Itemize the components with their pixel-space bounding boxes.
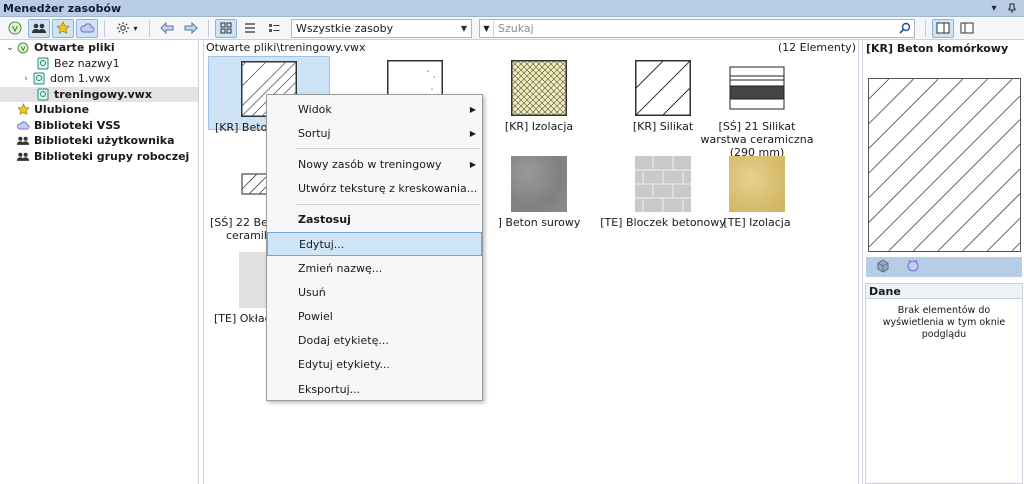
settings-gear-icon[interactable]: ▾ <box>111 19 143 38</box>
tree-item-label: Otwarte pliki <box>34 41 115 55</box>
tree-item-file[interactable]: › dom 1.vwx <box>0 71 198 87</box>
resource-item-label: [TE] Izolacja <box>723 216 791 229</box>
forward-arrow-icon[interactable] <box>180 19 202 38</box>
menu-item-rename[interactable]: Zmień nazwę... <box>267 256 482 280</box>
tree-item-file[interactable]: Bez nazwy1 <box>0 56 198 72</box>
tree-item-open-files[interactable]: ⌄ Otwarte pliki <box>0 40 198 56</box>
menu-item-edit-tags[interactable]: Edytuj etykiety... <box>267 353 482 377</box>
file-icon <box>32 72 46 85</box>
submenu-arrow-icon: ▶ <box>469 128 476 138</box>
rotate-view-icon[interactable] <box>906 259 920 276</box>
toolbar-separator <box>925 19 926 37</box>
search-options-icon[interactable]: ▼ <box>480 19 494 37</box>
resource-type-dropdown[interactable]: Wszystkie zasoby ▼ <box>291 18 472 38</box>
vss-icon <box>16 41 30 54</box>
cloud-icon <box>16 119 30 132</box>
menu-item-delete[interactable]: Usuń <box>267 280 482 304</box>
chevron-down-icon[interactable]: ⌄ <box>4 43 16 53</box>
search-icon[interactable] <box>896 22 914 34</box>
tree-item-group-libraries[interactable]: Biblioteki grupy roboczej <box>0 149 198 165</box>
vss-icon[interactable] <box>4 19 26 38</box>
resource-item-label: [KR] Izolacja <box>504 120 574 133</box>
menu-item-create-texture[interactable]: Utwórz teksturę z kreskowania... <box>267 177 482 201</box>
users-icon <box>16 134 30 147</box>
users-icon[interactable] <box>28 18 50 38</box>
search-input[interactable] <box>494 19 896 37</box>
menu-item-apply[interactable]: Zastosuj <box>267 208 482 232</box>
search-box[interactable]: ▼ <box>479 18 915 38</box>
current-path: Otwarte pliki\treningowy.vwx <box>206 41 366 54</box>
insulation-texture-thumbnail <box>729 156 785 212</box>
users-icon <box>16 150 30 163</box>
menu-item-new-resource[interactable]: Nowy zasób w treningowy ▶ <box>267 152 482 176</box>
detail-view-icon[interactable] <box>263 19 285 38</box>
silikat-thumbnail <box>635 60 691 116</box>
window-title: Menedżer zasobów <box>3 1 122 15</box>
pin-icon[interactable] <box>1006 2 1018 14</box>
resource-item[interactable]: [KR] Izolacja <box>478 56 600 133</box>
star-icon[interactable] <box>52 18 74 38</box>
menu-separator <box>295 203 480 205</box>
tree-pane-icon[interactable] <box>956 19 978 38</box>
toolbar-separator <box>149 19 150 37</box>
window-menu-button[interactable]: ▾ <box>988 2 1000 14</box>
resource-item[interactable]: [TE] Izolacja <box>696 152 818 229</box>
file-icon <box>36 57 50 70</box>
menu-item-add-tag[interactable]: Dodaj etykietę... <box>267 329 482 353</box>
menu-item-sort[interactable]: Sortuj ▶ <box>267 121 482 145</box>
resource-type-value: Wszystkie zasoby <box>296 21 394 35</box>
star-icon <box>16 103 30 116</box>
data-section-header: Dane <box>865 283 1023 299</box>
chevron-right-icon[interactable]: › <box>20 74 32 84</box>
tree-item-file-selected[interactable]: treningowy.vwx <box>0 86 198 102</box>
tree-item-label: Bez nazwy1 <box>54 56 120 70</box>
tree-item-favorites[interactable]: Ulubione <box>0 102 198 118</box>
data-section-message: Brak elementów do wyświetlenia w tym okn… <box>865 299 1023 484</box>
tree-item-label: Ulubione <box>34 103 90 117</box>
tree-item-label: Biblioteki użytkownika <box>34 134 175 148</box>
preview-pane: [KR] Beton komórkowy Dane Brak elementów… <box>862 40 1024 484</box>
menu-item-export[interactable]: Eksportuj... <box>267 377 482 401</box>
path-bar: Otwarte pliki\treningowy.vwx (12 Element… <box>204 40 858 55</box>
preview-image <box>868 78 1021 252</box>
menu-item-view[interactable]: Widok ▶ <box>267 97 482 121</box>
menu-item-edit[interactable]: Edytuj... <box>267 231 482 257</box>
crosshatch-thumbnail <box>511 60 567 116</box>
wall-layers-thumbnail <box>729 66 785 110</box>
render-mode-icon[interactable] <box>876 258 890 276</box>
context-menu: Widok ▶ Sortuj ▶ Nowy zasób w treningowy ▶ … <box>266 94 483 401</box>
tree-item-user-libraries[interactable]: Biblioteki użytkownika <box>0 133 198 149</box>
resource-tree: ⌄ Otwarte pliki Bez nazwy1 › dom 1.vwx t… <box>0 40 199 484</box>
cladding-texture-thumbnail <box>239 252 269 308</box>
toolbar: ▾ Wszystkie zasoby ▼ ▼ <box>0 17 1024 40</box>
menu-separator <box>295 148 480 150</box>
preview-pane-icon[interactable] <box>932 18 954 38</box>
submenu-arrow-icon: ▶ <box>469 159 476 169</box>
resource-item[interactable]: [SŚ] 21 Silikat warstwa ceramiczna (290 … <box>698 56 816 159</box>
tree-item-label: dom 1.vwx <box>50 72 111 86</box>
list-view-icon[interactable] <box>239 19 261 38</box>
tree-item-label: Biblioteki VSS <box>34 118 121 132</box>
tree-item-label: treningowy.vwx <box>54 87 152 101</box>
preview-toolbar <box>866 257 1022 277</box>
item-count: (12 Elementy) <box>777 41 856 54</box>
preview-title: [KR] Beton komórkowy <box>866 42 1009 55</box>
tree-item-label: Biblioteki grupy roboczej <box>34 149 190 163</box>
tree-item-vss[interactable]: Biblioteki VSS <box>0 118 198 134</box>
block-texture-thumbnail <box>635 156 691 212</box>
window-titlebar: Menedżer zasobów ▾ <box>0 0 1024 17</box>
toolbar-separator <box>104 19 105 37</box>
toolbar-separator <box>208 19 209 37</box>
cloud-icon[interactable] <box>76 18 98 38</box>
submenu-arrow-icon: ▶ <box>469 104 476 114</box>
chevron-down-icon: ▼ <box>460 23 467 33</box>
grid-view-icon[interactable] <box>215 18 237 38</box>
file-icon <box>36 88 50 101</box>
back-arrow-icon[interactable] <box>156 19 178 38</box>
concrete-texture-thumbnail <box>511 156 567 212</box>
menu-item-duplicate[interactable]: Powiel <box>267 305 482 329</box>
